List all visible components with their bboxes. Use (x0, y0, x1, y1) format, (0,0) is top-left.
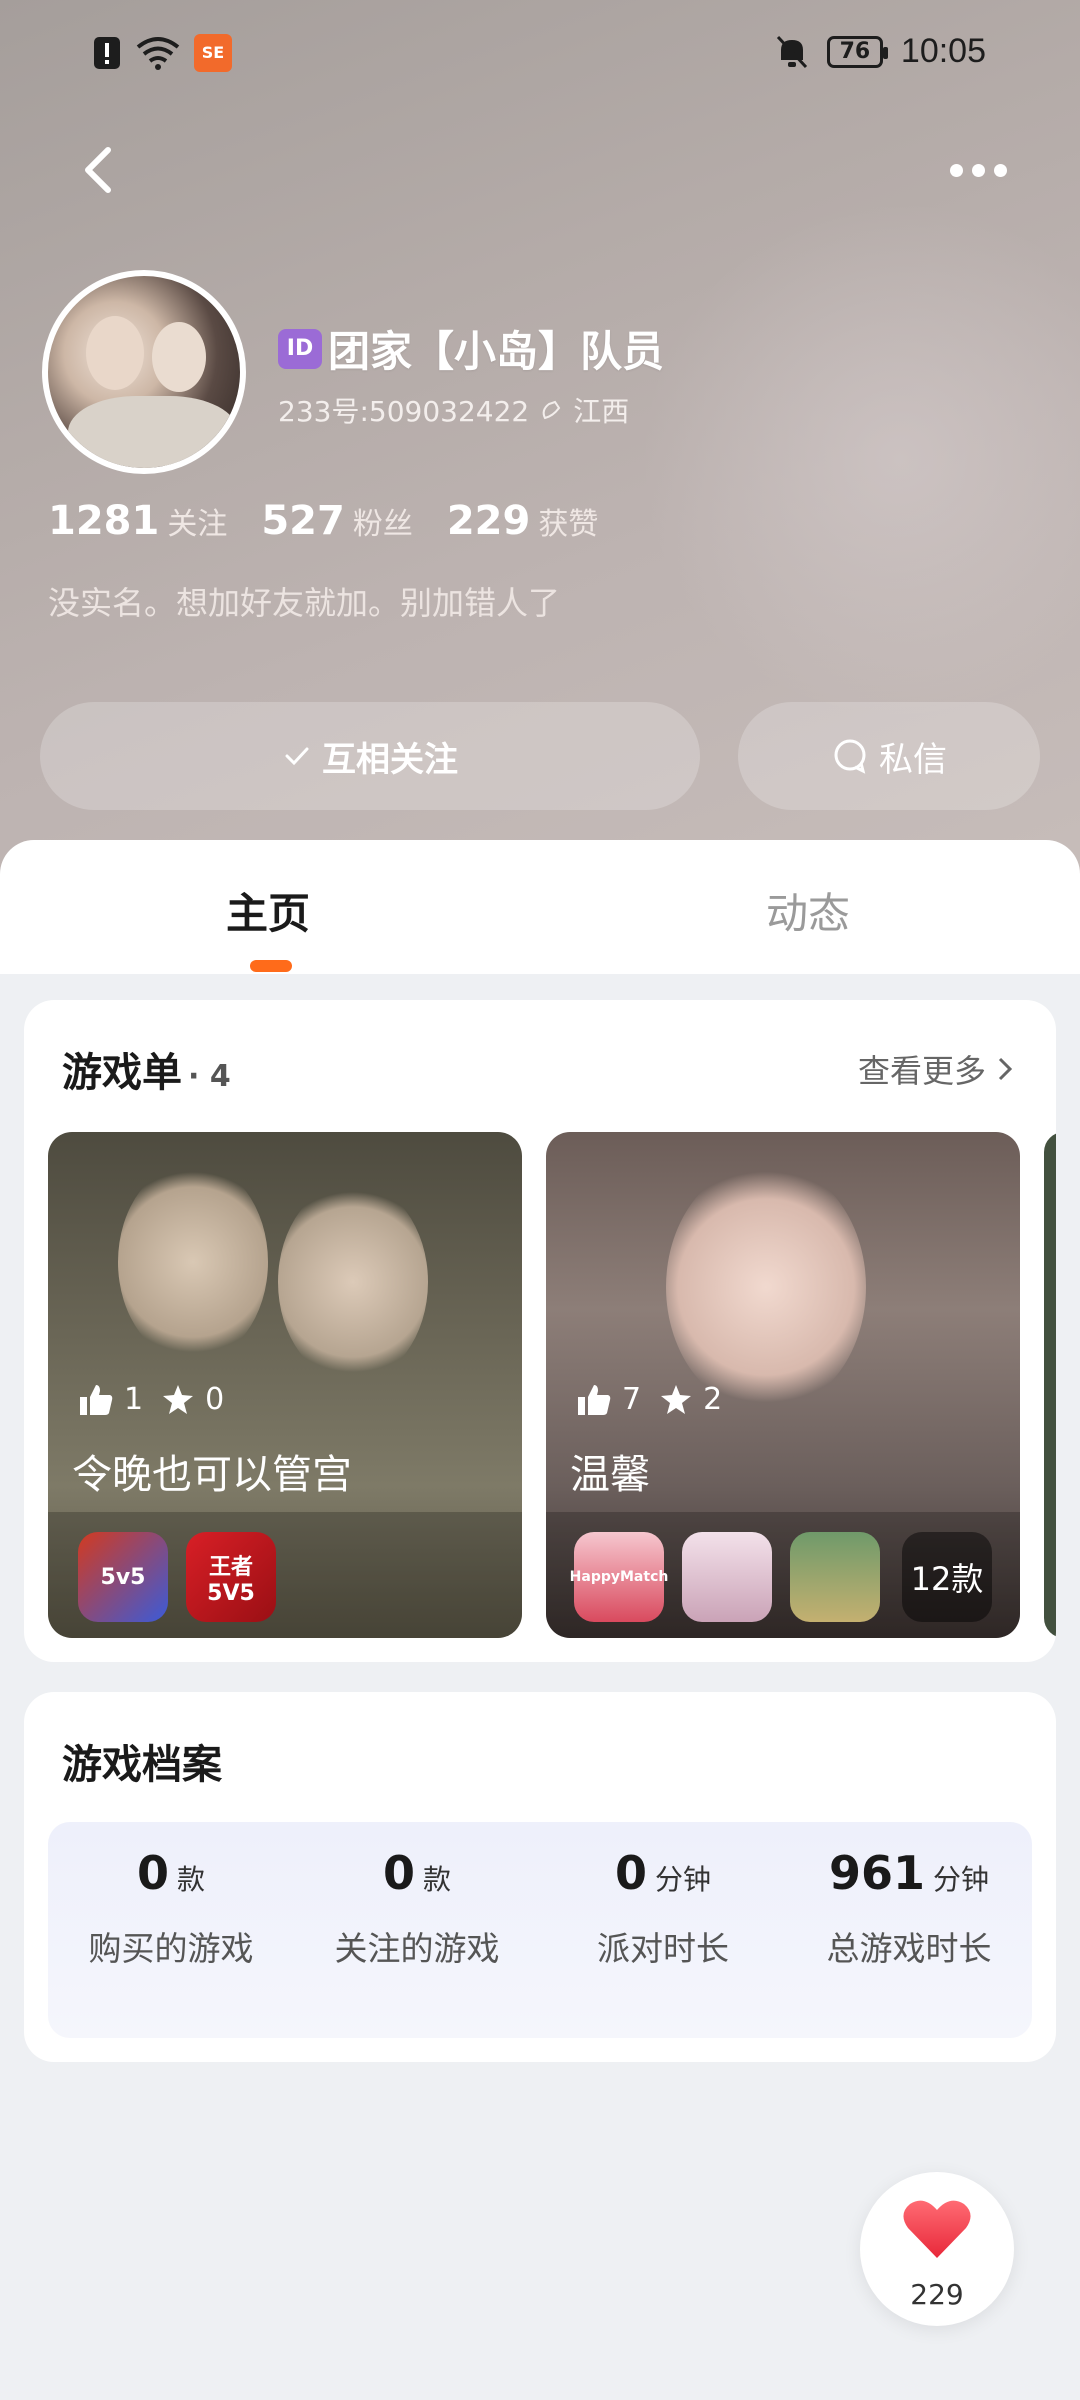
stat-label: 总游戏时长 (826, 1929, 992, 1968)
stat-unit: 分钟 (655, 1863, 712, 1896)
game-profile-stats: 0款 购买的游戏 0款 关注的游戏 0 分钟 派对时长 961 分钟 总游戏时长 (48, 1822, 1032, 2038)
star-count: 0 (205, 1382, 225, 1417)
status-time: 10:05 (900, 32, 986, 70)
copy-icon[interactable] (539, 398, 563, 422)
more-options-icon[interactable] (950, 150, 1020, 190)
game-list-item[interactable]: 7 2 温馨 HappyMatch 12款 (546, 1132, 1020, 1638)
game-list-name: 温馨 (570, 1452, 650, 1498)
active-tab-indicator (250, 960, 292, 972)
like-count: 7 (622, 1382, 642, 1417)
game-app-icon (790, 1532, 880, 1622)
profile-name: 团家【小岛】队员 (328, 327, 665, 376)
battery-icon: 76 (826, 35, 888, 68)
profile-location: 江西 (573, 395, 630, 428)
stat-value: 0 (614, 1846, 647, 1900)
game-icons-tray: HappyMatch 12款 (546, 1512, 1020, 1638)
stat-value: 0 (136, 1846, 169, 1900)
profile-tabs: 主页 动态 (0, 840, 1080, 974)
stat-unit: 分钟 (933, 1863, 990, 1896)
game-list-name: 令晚也可以管宫 (72, 1452, 352, 1498)
status-left-icons: SE (92, 34, 232, 72)
star-icon (661, 1384, 692, 1414)
floating-like-count: 229 (910, 2278, 964, 2311)
app-notification-icon: SE (194, 34, 232, 72)
mutual-follow-button[interactable]: 互相关注 (40, 702, 700, 810)
check-icon (285, 747, 309, 766)
cover-person-right (278, 1182, 428, 1382)
avatar[interactable] (42, 270, 246, 474)
more-games-count: 12款 (902, 1532, 992, 1622)
status-bar: SE 76 10:05 (0, 0, 1080, 110)
stat-party-time[interactable]: 0 分钟 派对时长 (540, 1846, 786, 1970)
stat-followers-count: 527 (261, 498, 345, 544)
game-list-title-text: 游戏单 (62, 1050, 182, 1096)
stat-followers[interactable]: 527 粉丝 (261, 498, 413, 544)
game-list-stats: 1 0 (78, 1382, 224, 1417)
tab-feed[interactable]: 动态 (766, 880, 850, 941)
profile-stats: 1281 关注 527 粉丝 229 获赞 (48, 498, 598, 544)
game-app-icon: HappyMatch (570, 1532, 668, 1622)
thumbs-up-icon (578, 1384, 611, 1415)
id-badge-icon: ID (278, 328, 322, 369)
stat-total-play-time[interactable]: 961 分钟 总游戏时长 (786, 1846, 1032, 1970)
profile-bio: 没实名。想加好友就加。别加错人了 (48, 584, 561, 622)
game-profile-title: 游戏档案 (62, 1742, 222, 1788)
game-list-title: 游戏单 · 4 (62, 1040, 231, 1098)
stat-label: 购买的游戏 (88, 1929, 254, 1968)
mutual-follow-label: 互相关注 (322, 739, 458, 780)
game-list-stats: 7 2 (576, 1382, 722, 1417)
mute-bell-icon (776, 35, 808, 68)
cover-person-left (118, 1162, 268, 1362)
cover-person (666, 1162, 866, 1412)
stat-likes-label: 获赞 (538, 507, 599, 542)
status-right-icons: 76 10:05 (775, 32, 986, 71)
thumbs-up-icon (80, 1384, 113, 1415)
stat-label: 派对时长 (597, 1929, 729, 1968)
game-list-card: 游戏单 · 4 查看更多 1 0 令晚也可以管宫 5v5 王者5V5 7 2 温… (24, 1000, 1056, 1662)
alert-icon (94, 37, 120, 69)
game-app-icon: 王者5V5 (186, 1532, 276, 1622)
profile-name-row: ID 团家【小岛】队员 (278, 318, 664, 379)
stat-purchased-games[interactable]: 0款 购买的游戏 (48, 1846, 294, 1970)
stat-followers-label: 粉丝 (352, 507, 413, 542)
star-icon (163, 1384, 194, 1414)
game-app-icon (682, 1532, 772, 1622)
private-message-button[interactable]: 私信 (738, 702, 1040, 810)
game-list-item-partial[interactable] (1044, 1132, 1056, 1638)
chevron-right-icon (998, 1057, 1013, 1081)
stat-value: 961 (828, 1846, 925, 1900)
game-list-count: · 4 (188, 1059, 231, 1094)
heart-icon (903, 2200, 971, 2258)
wifi-icon (136, 37, 180, 70)
stat-likes[interactable]: 229 获赞 (447, 498, 599, 544)
see-more-label: 查看更多 (857, 1052, 986, 1090)
stat-label: 关注的游戏 (334, 1929, 500, 1968)
private-message-label: 私信 (879, 739, 947, 780)
star-count: 2 (703, 1382, 723, 1417)
game-list-item[interactable]: 1 0 令晚也可以管宫 5v5 王者5V5 (48, 1132, 522, 1638)
see-more-link[interactable]: 查看更多 (858, 1046, 1014, 1092)
game-app-icon: 5v5 (78, 1532, 168, 1622)
floating-like-button[interactable]: 229 (860, 2172, 1014, 2326)
profile-number: 233号:509032422 (278, 395, 530, 428)
game-icons-tray: 5v5 王者5V5 (48, 1512, 522, 1638)
stat-likes-count: 229 (446, 498, 531, 544)
stat-unit: 款 (177, 1863, 206, 1896)
stat-following-label: 关注 (167, 507, 228, 542)
stat-following-count: 1281 (48, 498, 160, 544)
profile-meta: 233号:509032422 江西 (278, 390, 629, 430)
back-arrow-icon[interactable] (70, 140, 130, 200)
stat-following[interactable]: 1281 关注 (48, 498, 227, 544)
like-count: 1 (124, 1382, 144, 1417)
chat-bubble-icon (834, 739, 866, 774)
stat-unit: 款 (423, 1863, 452, 1896)
tab-home[interactable]: 主页 (226, 880, 310, 941)
game-profile-card: 游戏档案 0款 购买的游戏 0款 关注的游戏 0 分钟 派对时长 961 分钟 总游… (24, 1692, 1056, 2062)
stat-followed-games[interactable]: 0款 关注的游戏 (294, 1846, 540, 1970)
stat-value: 0 (382, 1846, 415, 1900)
